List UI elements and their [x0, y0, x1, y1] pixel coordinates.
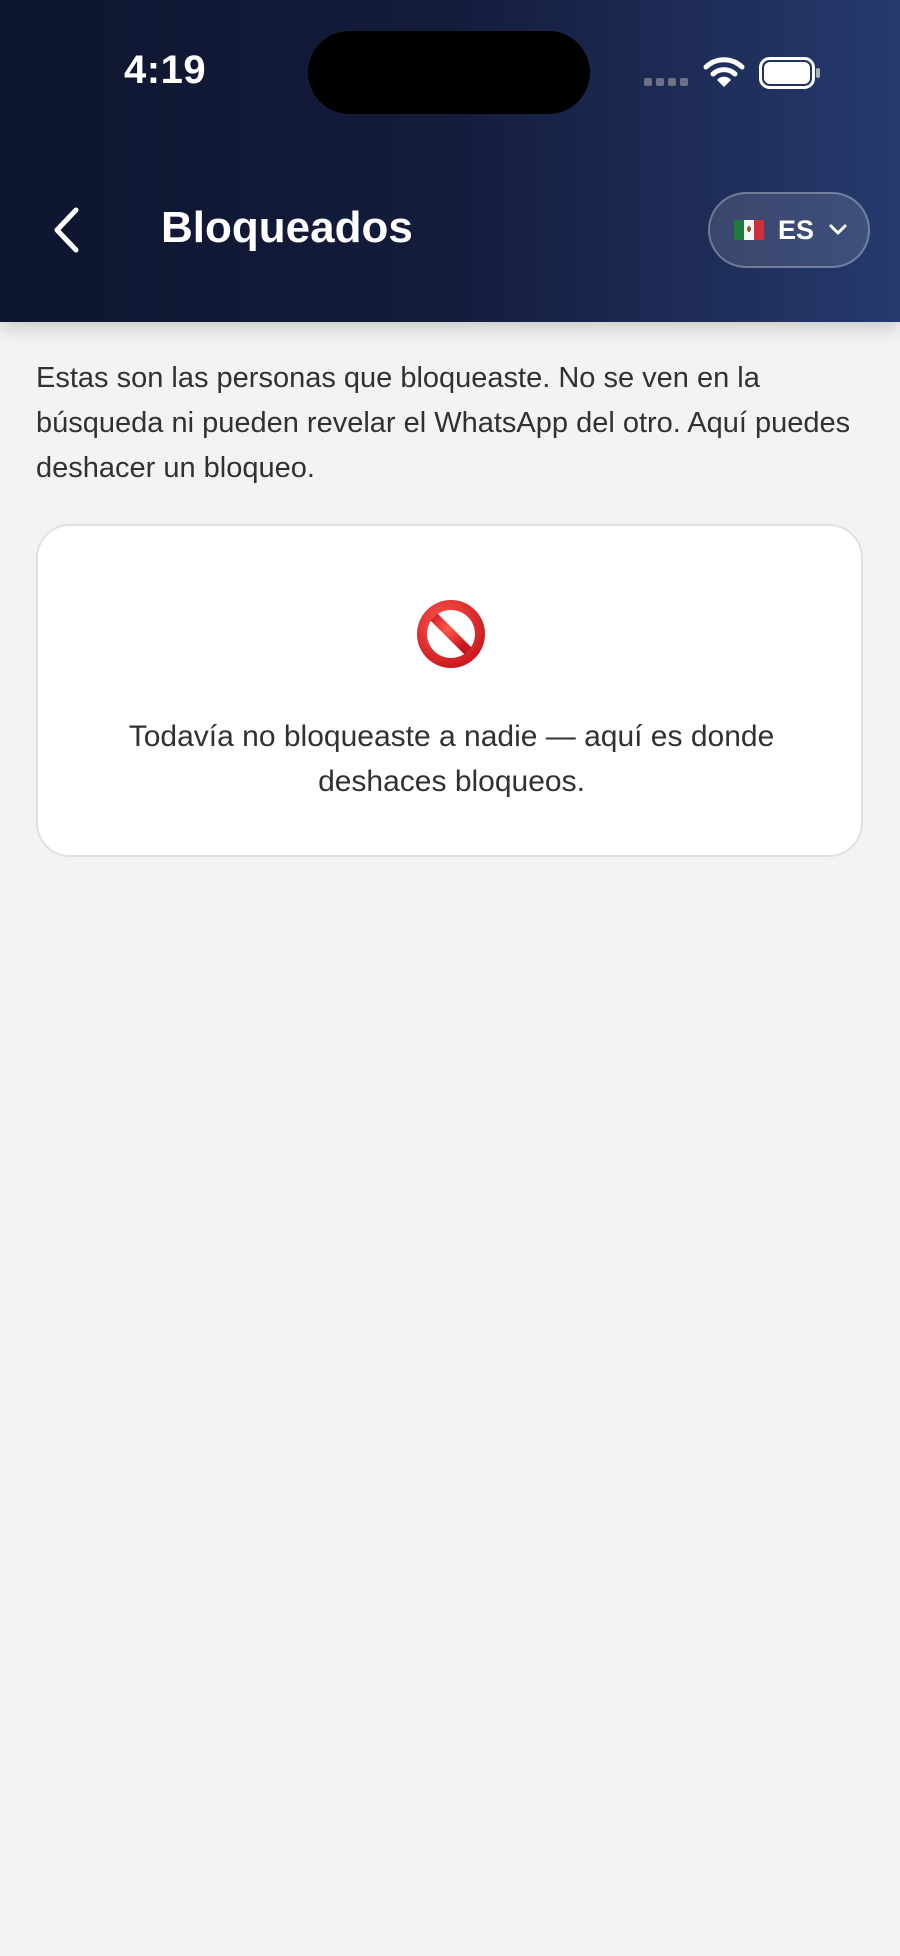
mexico-flag-icon	[734, 220, 764, 240]
battery-icon	[759, 57, 820, 89]
language-selector-button[interactable]: ES	[708, 192, 870, 268]
wifi-icon	[703, 57, 745, 87]
status-bar-time: 4:19	[124, 48, 207, 92]
dynamic-island	[308, 31, 590, 114]
chevron-left-icon	[54, 207, 79, 253]
language-label: ES	[778, 214, 815, 245]
empty-state-card: Todavía no bloqueaste a nadie — aquí es …	[36, 524, 863, 857]
chevron-down-icon	[829, 224, 847, 235]
back-button[interactable]	[38, 200, 94, 260]
empty-state-message: Todavía no bloqueaste a nadie — aquí es …	[128, 720, 775, 798]
page-title: Bloqueados	[161, 203, 413, 252]
top-app-bar: 4:19 Bloqueados ES	[0, 0, 900, 322]
cellular-signal-icon	[644, 78, 688, 86]
no-entry-icon	[417, 600, 485, 668]
blocked-description: Estas son las personas que bloqueaste. N…	[36, 362, 851, 484]
